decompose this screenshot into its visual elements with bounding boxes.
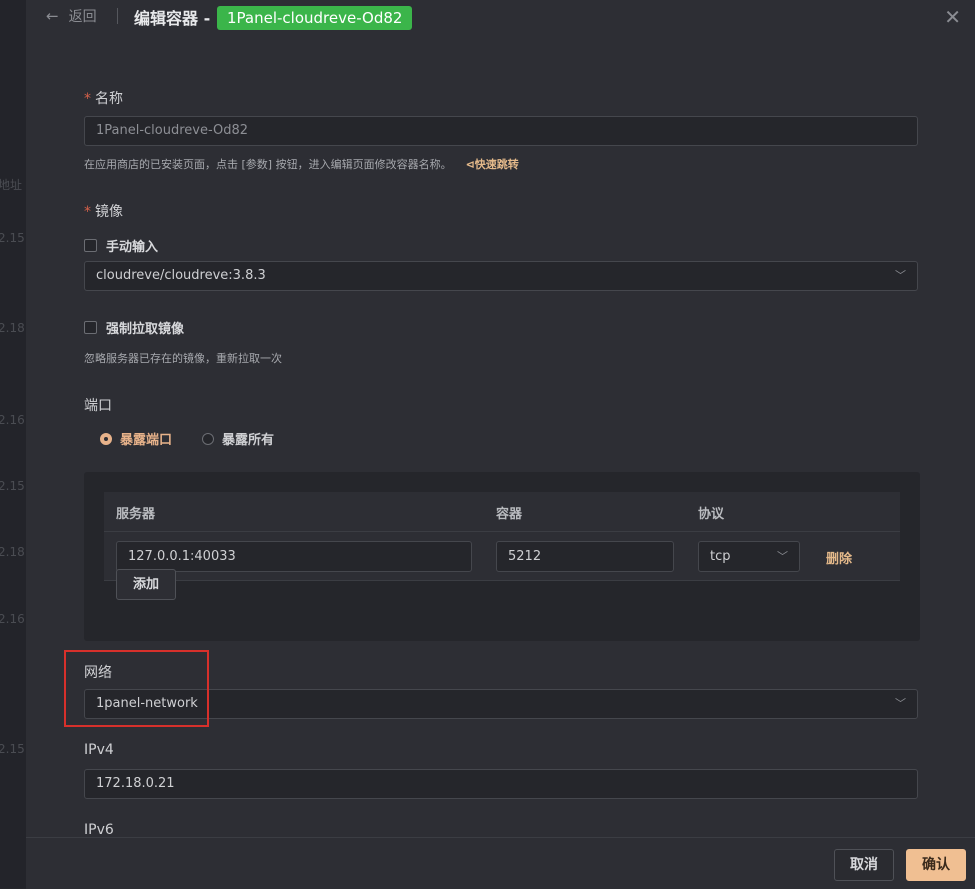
port-mapping-panel: 服务器 容器 协议 127.0.0.1:40033 5212 tcp ﹀ 删除 … xyxy=(84,472,920,641)
image-label-text: 镜像 xyxy=(95,204,123,220)
annotation-highlight-box xyxy=(64,650,209,727)
column-header-container: 容器 xyxy=(496,507,523,522)
radio-dot[interactable] xyxy=(202,432,215,445)
edit-container-drawer: ← 返回 编辑容器 - 1Panel-cloudreve-Od82 ✕ * 名称 … xyxy=(26,0,975,889)
image-select-value: cloudreve/cloudreve:3.8.3 xyxy=(96,268,266,283)
column-header-protocol: 协议 xyxy=(698,507,725,522)
radio-dot[interactable] xyxy=(100,432,112,445)
column-header-server: 服务器 xyxy=(116,507,156,522)
chevron-down-icon: ﹀ xyxy=(895,697,906,710)
background-text: 2.15 xyxy=(0,479,25,493)
required-mark: * xyxy=(84,91,91,107)
background-text: 2.18 xyxy=(0,545,25,559)
background-text: 地址 xyxy=(0,178,23,192)
ipv6-label: IPv6 xyxy=(84,822,114,838)
table-header: 服务器 容器 协议 xyxy=(104,492,900,532)
network-select[interactable]: 1panel-network ﹀ xyxy=(84,689,918,719)
background-text: 2.15 xyxy=(0,742,25,756)
drawer-footer: 取消 确认 xyxy=(26,837,975,889)
ipv4-input[interactable]: 172.18.0.21 xyxy=(84,769,918,799)
image-select[interactable]: cloudreve/cloudreve:3.8.3 ﹀ xyxy=(84,261,918,291)
background-text: 2.15 xyxy=(0,231,25,245)
radio-expose-ports[interactable]: 暴露端口 xyxy=(100,429,172,448)
radio-label: 暴露所有 xyxy=(222,433,275,448)
required-mark: * xyxy=(84,204,91,220)
name-hint-text: 在应用商店的已安装页面，点击 [参数] 按钮，进入编辑页面修改容器名称。 xyxy=(84,158,452,171)
header-divider xyxy=(117,8,118,24)
back-label: 返回 xyxy=(68,9,97,25)
container-port-input[interactable]: 5212 xyxy=(496,541,674,572)
force-pull-label: 强制拉取镜像 xyxy=(106,322,185,337)
quick-jump-link[interactable]: ⊲快速跳转 xyxy=(466,158,519,171)
page-backdrop: 地址 2.15 2.18 2.16 2.15 2.18 2.16 2.15 xyxy=(0,0,26,888)
force-pull-hint: 忽略服务器已存在的镜像，重新拉取一次 xyxy=(84,352,282,365)
protocol-select[interactable]: tcp ﹀ xyxy=(698,541,800,572)
manual-input-label: 手动输入 xyxy=(106,240,159,255)
container-name-tag: 1Panel-cloudreve-Od82 xyxy=(217,6,413,30)
ports-label: 端口 xyxy=(84,398,112,414)
chevron-down-icon: ﹀ xyxy=(895,269,906,282)
cancel-button[interactable]: 取消 xyxy=(834,849,894,881)
image-label: * 镜像 xyxy=(84,201,123,221)
chevron-down-icon: ﹀ xyxy=(777,550,788,563)
background-text: 2.16 xyxy=(0,413,25,427)
arrow-left-icon: ← xyxy=(46,7,59,25)
force-pull-checkbox[interactable]: 强制拉取镜像 xyxy=(84,318,184,337)
delete-port-button[interactable]: 删除 xyxy=(826,548,852,567)
protocol-value: tcp xyxy=(710,549,731,564)
checkbox-box[interactable] xyxy=(84,239,97,252)
close-icon[interactable]: ✕ xyxy=(944,5,961,29)
name-input[interactable]: 1Panel-cloudreve-Od82 xyxy=(84,116,918,146)
name-hint: 在应用商店的已安装页面，点击 [参数] 按钮，进入编辑页面修改容器名称。 ⊲快速跳… xyxy=(84,156,519,172)
name-label-text: 名称 xyxy=(95,91,123,107)
background-text: 2.18 xyxy=(0,321,25,335)
confirm-button[interactable]: 确认 xyxy=(906,849,966,881)
table-row: 127.0.0.1:40033 5212 tcp ﹀ 删除 xyxy=(104,532,900,581)
drawer-title: 编辑容器 - xyxy=(134,9,211,28)
port-table: 服务器 容器 协议 127.0.0.1:40033 5212 tcp ﹀ 删除 xyxy=(104,492,900,581)
back-button[interactable]: ← 返回 xyxy=(46,6,97,26)
radio-expose-all[interactable]: 暴露所有 xyxy=(202,429,274,448)
port-mode-radio-group: 暴露端口 暴露所有 xyxy=(100,429,304,448)
radio-label: 暴露端口 xyxy=(120,433,173,448)
ipv4-label: IPv4 xyxy=(84,742,114,758)
name-label: * 名称 xyxy=(84,88,123,108)
checkbox-box[interactable] xyxy=(84,321,97,334)
drawer-header: ← 返回 编辑容器 - 1Panel-cloudreve-Od82 ✕ xyxy=(26,0,975,34)
add-port-button[interactable]: 添加 xyxy=(116,569,176,600)
manual-input-checkbox[interactable]: 手动输入 xyxy=(84,236,158,255)
server-port-input[interactable]: 127.0.0.1:40033 xyxy=(116,541,472,572)
background-text: 2.16 xyxy=(0,612,25,626)
